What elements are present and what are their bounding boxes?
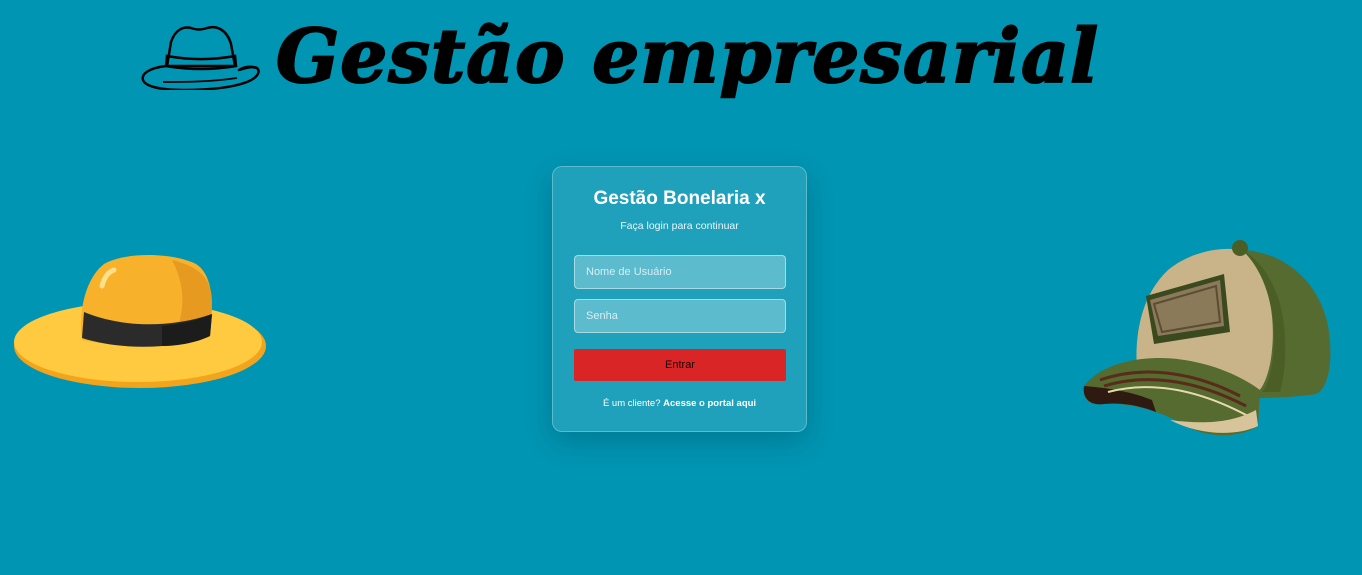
green-baseball-cap-image xyxy=(1083,240,1331,436)
password-input[interactable] xyxy=(574,299,786,333)
username-input[interactable] xyxy=(574,255,786,289)
yellow-sun-hat-image xyxy=(14,255,266,388)
login-page: Gestão empresarial Gestão Bonelaria x Fa… xyxy=(0,0,1362,575)
login-subtitle: Faça login para continuar xyxy=(620,220,739,232)
login-title: Gestão Bonelaria x xyxy=(593,188,766,209)
client-portal-line: É um cliente? Acesse o portal aqui xyxy=(553,398,806,409)
login-button[interactable]: Entrar xyxy=(574,349,786,381)
fedora-hat-icon xyxy=(141,26,260,90)
page-header: Gestão empresarial xyxy=(0,8,1362,118)
page-title: Gestão empresarial xyxy=(275,13,1100,101)
client-prompt: É um cliente? xyxy=(602,398,661,409)
portal-link[interactable]: Acesse o portal aqui xyxy=(663,398,756,409)
login-card: Gestão Bonelaria x Faça login para conti… xyxy=(552,166,807,432)
